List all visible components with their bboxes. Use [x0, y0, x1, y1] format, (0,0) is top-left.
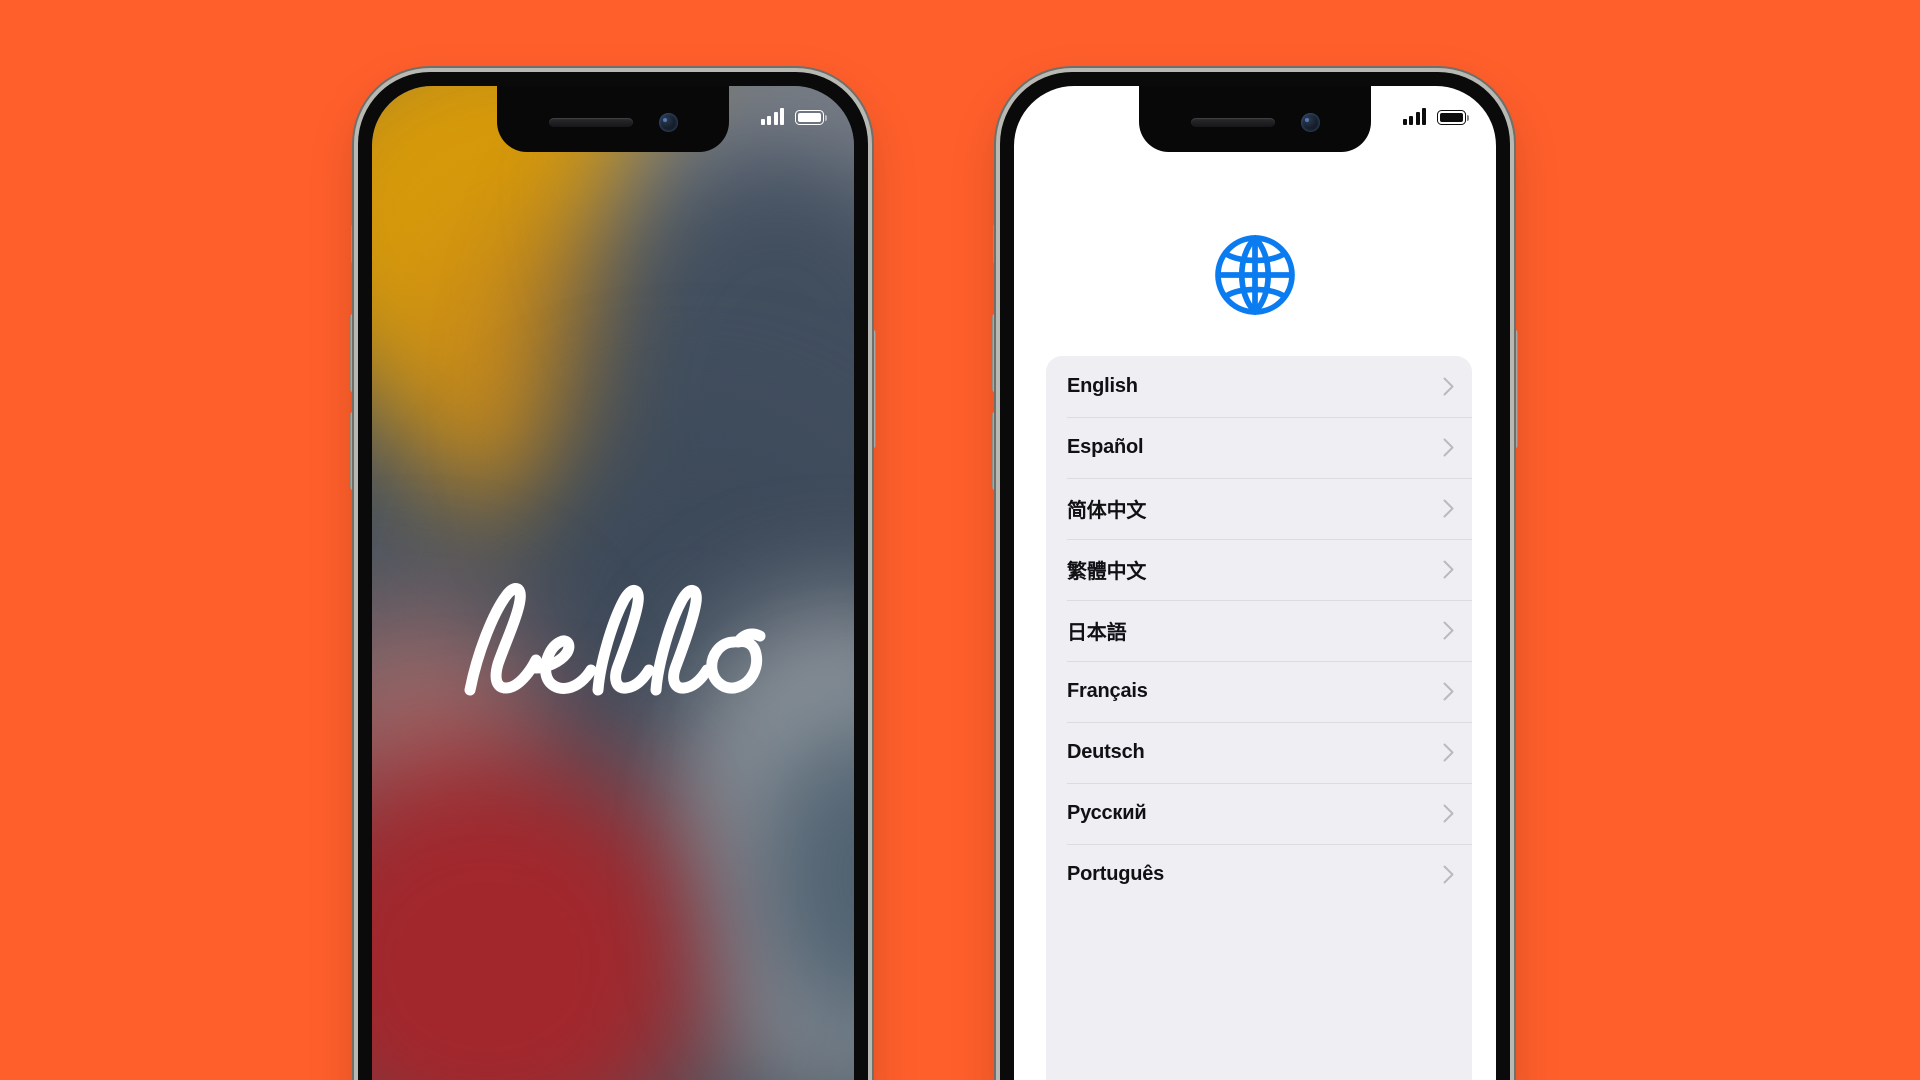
left-status-bar	[760, 108, 828, 125]
chevron-right-icon	[1443, 438, 1454, 457]
language-label: Deutsch	[1067, 741, 1145, 763]
hello-handwriting-icon	[464, 583, 766, 696]
right-status-bar	[1402, 108, 1470, 125]
language-row-english[interactable]: English	[1046, 356, 1472, 417]
chevron-right-icon	[1443, 377, 1454, 396]
language-label: 日本語	[1067, 622, 1127, 644]
chevron-right-icon	[1443, 804, 1454, 823]
battery-full-icon	[795, 110, 828, 125]
chevron-right-icon	[1443, 865, 1454, 884]
language-row-espanol[interactable]: Español	[1046, 417, 1472, 478]
language-row-deutsch[interactable]: Deutsch	[1046, 722, 1472, 783]
globe-icon	[1215, 235, 1295, 315]
globe-icon-container	[1014, 231, 1496, 319]
volume-down-button[interactable]	[350, 412, 358, 490]
language-row-traditional-chinese[interactable]: 繁體中文	[1046, 539, 1472, 600]
language-row-portugues[interactable]: Português	[1046, 844, 1472, 905]
chevron-right-icon	[1443, 682, 1454, 701]
language-label: English	[1067, 375, 1138, 397]
volume-down-button-right[interactable]	[992, 412, 1000, 490]
language-setup-screen: English Español 简体中文 繁體中文 日本語 Français D…	[1014, 86, 1496, 1080]
language-row-russian[interactable]: Русский	[1046, 783, 1472, 844]
silent-switch[interactable]	[351, 224, 358, 264]
language-label: 繁體中文	[1067, 561, 1147, 583]
wallpaper-blob-crimson	[372, 746, 712, 1080]
cellular-signal-icon	[1402, 108, 1426, 125]
chevron-right-icon	[1443, 499, 1454, 518]
silent-switch-right[interactable]	[993, 224, 1000, 264]
front-camera-icon	[1300, 112, 1320, 132]
cellular-signal-icon	[760, 108, 784, 125]
left-phone-device	[350, 67, 876, 1080]
right-phone-device: English Español 简体中文 繁體中文 日本語 Français D…	[992, 67, 1518, 1080]
volume-up-button-right[interactable]	[992, 314, 1000, 392]
hello-greeting-script	[372, 572, 854, 722]
volume-up-button[interactable]	[350, 314, 358, 392]
chevron-right-icon	[1443, 743, 1454, 762]
battery-full-icon	[1437, 110, 1470, 125]
chevron-right-icon	[1443, 560, 1454, 579]
language-label: Español	[1067, 436, 1144, 458]
earpiece-speaker-icon	[548, 117, 633, 127]
language-label: Français	[1067, 680, 1148, 702]
language-label: Português	[1067, 863, 1165, 885]
earpiece-speaker-icon	[1190, 117, 1275, 127]
front-camera-icon	[658, 112, 678, 132]
right-phone-notch	[1139, 86, 1371, 152]
power-button[interactable]	[868, 330, 876, 448]
left-phone-screen	[372, 86, 854, 1080]
language-row-francais[interactable]: Français	[1046, 661, 1472, 722]
right-phone-screen: English Español 简体中文 繁體中文 日本語 Français D…	[1014, 86, 1496, 1080]
power-button-right[interactable]	[1510, 330, 1518, 448]
language-list[interactable]: English Español 简体中文 繁體中文 日本語 Français D…	[1046, 356, 1472, 1080]
left-phone-notch	[497, 86, 729, 152]
chevron-right-icon	[1443, 621, 1454, 640]
language-row-simplified-chinese[interactable]: 简体中文	[1046, 478, 1472, 539]
language-label: Русский	[1067, 802, 1147, 824]
language-row-japanese[interactable]: 日本語	[1046, 600, 1472, 661]
language-label: 简体中文	[1067, 500, 1147, 522]
